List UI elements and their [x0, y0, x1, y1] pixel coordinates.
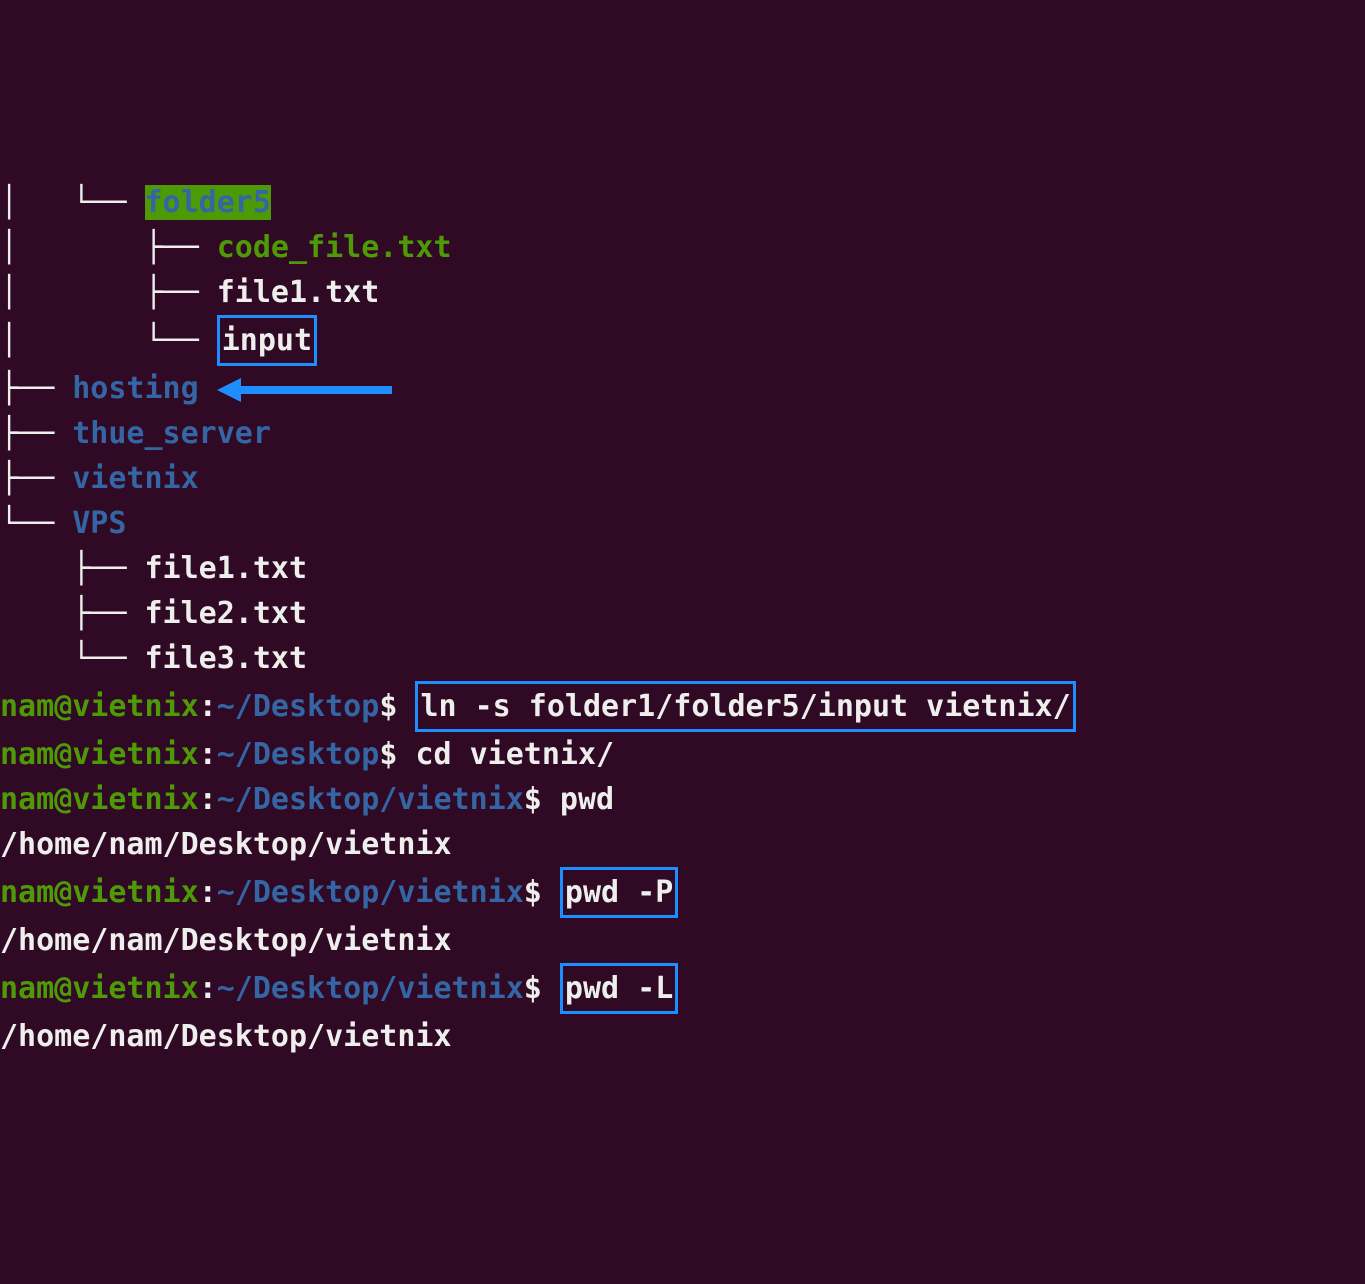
folder5-highlight: folder5 [145, 185, 271, 220]
dir-hosting: hosting [72, 371, 198, 406]
file-file1a: file1.txt [217, 275, 380, 310]
cd-command: cd vietnix/ [415, 737, 614, 772]
tree-row-file3: └── file3.txt [0, 636, 1365, 681]
prompt-path: ~/Desktop [217, 737, 380, 772]
dir-vps: VPS [72, 506, 126, 541]
prompt-user: nam@vietnix [0, 875, 199, 910]
tree-row-file1b: ├── file1.txt [0, 546, 1365, 591]
pwd-command: pwd [560, 782, 614, 817]
dir-thueserver: thue_server [72, 416, 271, 451]
input-box: input [217, 315, 317, 366]
file-file2: file2.txt [145, 596, 308, 631]
terminal-output: │ └── folder5│ ├── code_file.txt│ ├── fi… [0, 180, 1365, 1059]
tree-row-codefile: │ ├── code_file.txt [0, 225, 1365, 270]
file-codefile: code_file.txt [217, 230, 452, 265]
output-home-1: /home/nam/Desktop/vietnix [0, 822, 1365, 867]
prompt-line-ln: nam@vietnix:~/Desktop$ ln -s folder1/fol… [0, 681, 1365, 732]
tree-row-hosting: ├── hosting [0, 366, 1365, 411]
prompt-user: nam@vietnix [0, 782, 199, 817]
prompt-user: nam@vietnix [0, 971, 199, 1006]
pwdL-command-box: pwd -L [560, 963, 678, 1014]
output-home-2: /home/nam/Desktop/vietnix [0, 918, 1365, 963]
tree-row-vietnix: ├── vietnix [0, 456, 1365, 501]
prompt-user: nam@vietnix [0, 689, 199, 724]
ln-command-box: ln -s folder1/folder5/input vietnix/ [415, 681, 1075, 732]
tree-row-file1a: │ ├── file1.txt [0, 270, 1365, 315]
dir-vietnix: vietnix [72, 461, 198, 496]
output-home-3: /home/nam/Desktop/vietnix [0, 1014, 1365, 1059]
prompt-line-pwd: nam@vietnix:~/Desktop/vietnix$ pwd [0, 777, 1365, 822]
prompt-line-pwdL: nam@vietnix:~/Desktop/vietnix$ pwd -L [0, 963, 1365, 1014]
prompt-line-pwdP: nam@vietnix:~/Desktop/vietnix$ pwd -P [0, 867, 1365, 918]
prompt-path: ~/Desktop/vietnix [217, 971, 524, 1006]
tree-row-folder5: │ └── folder5 [0, 180, 1365, 225]
file-file3: file3.txt [145, 641, 308, 676]
tree-row-vps: └── VPS [0, 501, 1365, 546]
tree-row-input: │ └── input [0, 315, 1365, 366]
prompt-line-cd: nam@vietnix:~/Desktop$ cd vietnix/ [0, 732, 1365, 777]
tree-row-thueserver: ├── thue_server [0, 411, 1365, 456]
tree-row-file2: ├── file2.txt [0, 591, 1365, 636]
file-file1b: file1.txt [145, 551, 308, 586]
prompt-path: ~/Desktop/vietnix [217, 875, 524, 910]
arrow-icon [217, 380, 397, 400]
prompt-path: ~/Desktop/vietnix [217, 782, 524, 817]
prompt-user: nam@vietnix [0, 737, 199, 772]
prompt-path: ~/Desktop [217, 689, 380, 724]
pwdP-command-box: pwd -P [560, 867, 678, 918]
